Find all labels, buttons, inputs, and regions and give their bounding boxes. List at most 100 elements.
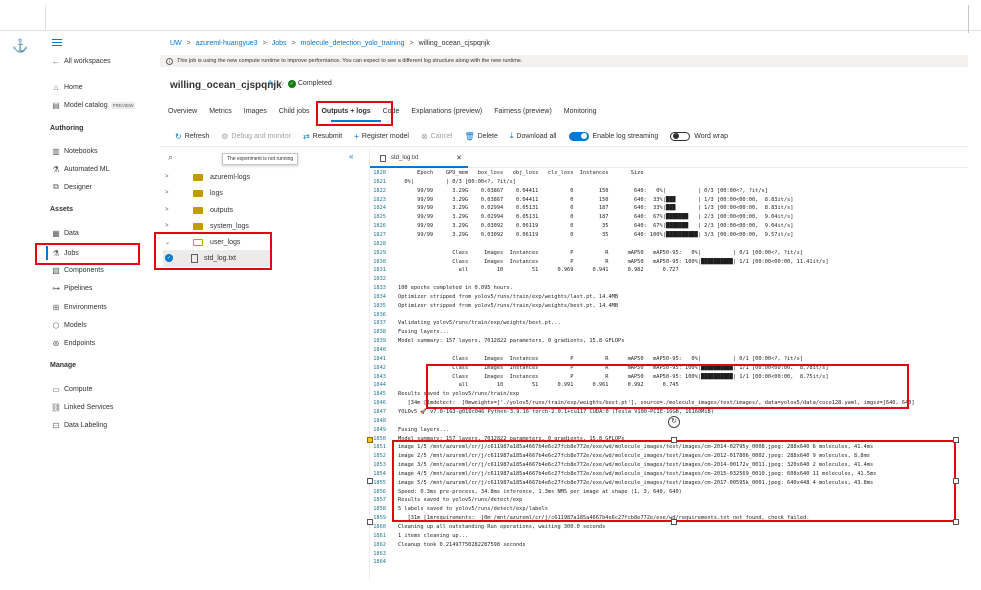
back-arrow-icon: ←	[52, 56, 60, 66]
breadcrumb-item[interactable]: UW	[170, 40, 182, 47]
line-number: 1846	[373, 400, 386, 407]
status-text: Completed	[297, 80, 332, 87]
log-line: 99/99 3.29G 0.03867 0.04411 0 150 640: 0…	[398, 187, 768, 194]
tab-monitoring[interactable]: Monitoring	[564, 108, 597, 115]
chevron-right-icon: >	[165, 190, 169, 196]
tree-folder-azureml-logs[interactable]: > azureml-logs	[165, 170, 250, 184]
nav-item-linked-services[interactable]: ⛓ Linked Services	[50, 400, 114, 414]
folder-icon	[193, 173, 203, 181]
cancel-button[interactable]: ⊗ Cancel	[421, 132, 453, 141]
breadcrumb-item[interactable]: azureml-huangyue3	[196, 40, 258, 47]
breadcrumb-separator: >	[262, 40, 267, 47]
selection-handle[interactable]	[367, 437, 373, 443]
log-line: Optimizer stripped from yolov5/runs/trai…	[398, 302, 619, 309]
selection-handle[interactable]	[367, 519, 373, 525]
nav-item-notebooks[interactable]: ▥ Notebooks	[50, 144, 97, 158]
close-tab-icon[interactable]: ✕	[456, 154, 462, 162]
log-line: Fusing layers...	[398, 329, 450, 336]
catalog-icon: ▤	[52, 100, 60, 110]
line-number: 1841	[373, 355, 386, 362]
log-streaming-toggle[interactable]: Enable log streaming	[568, 131, 658, 141]
corner-mark-left	[45, 5, 46, 31]
search-icon[interactable]: ⌕	[168, 152, 173, 163]
favorite-star-icon[interactable]: ☆	[278, 79, 285, 88]
nav-item-compute[interactable]: ▭ Compute	[50, 382, 92, 396]
log-line: 99/99 3.29G 0.02994 0.05131 0 187 640: 6…	[398, 214, 794, 221]
line-number: 1849	[373, 426, 386, 433]
log-line: 99/99 3.29G 0.02994 0.05131 0 187 640: 3…	[398, 205, 794, 212]
tree-folder-outputs[interactable]: > outputs	[165, 203, 233, 217]
log-line: Class Images Instances P R mAP50 mAP50-9…	[398, 249, 804, 256]
log-line: 99/99 3.29G 0.03092 0.06119 0 35 640: 67…	[398, 223, 794, 230]
debug-monitor-button[interactable]: ⚙ Debug and monitor	[221, 132, 291, 141]
selection-handle[interactable]	[671, 437, 677, 443]
log-line: 99/99 3.29G 0.03092 0.06119 0 35 640: 10…	[398, 231, 794, 238]
nav-item-home[interactable]: ⌂ Home	[50, 80, 83, 94]
selection-handle[interactable]	[953, 437, 959, 443]
nav-item-endpoints[interactable]: ⊛ Endpoints	[50, 336, 96, 350]
line-number: 1832	[373, 276, 386, 283]
tree-folder-logs[interactable]: > logs	[165, 186, 223, 200]
nav-item-components[interactable]: ▧ Components	[50, 263, 103, 277]
toolbar: ↻ Refresh ⚙ Debug and monitor ⇄ Resubmit + R…	[175, 131, 740, 141]
refresh-icon: ↻	[175, 131, 182, 141]
corner-mark-right	[968, 5, 969, 33]
resubmit-button[interactable]: ⇄ Resubmit	[303, 132, 342, 141]
section-manage: Manage	[50, 362, 77, 369]
word-wrap-toggle[interactable]: Word wrap	[670, 131, 728, 141]
line-number: 1822	[373, 187, 386, 194]
selection-handle[interactable]	[953, 478, 959, 484]
all-workspaces-link[interactable]: ← All workspaces	[50, 54, 111, 68]
edit-pencil-icon[interactable]: ✎	[268, 79, 275, 88]
rotate-handle-icon[interactable]: ↻	[668, 416, 680, 428]
nav-item-automated-ml[interactable]: ⚗ Automated ML	[50, 162, 109, 176]
tab-fairness[interactable]: Fairness (preview)	[494, 108, 552, 115]
line-number: 1830	[373, 258, 386, 265]
tree-folder-system-logs[interactable]: > system_logs	[165, 219, 249, 233]
breadcrumb-item[interactable]: molecule_detection_yolo_training	[301, 40, 405, 47]
nav-item-data[interactable]: ▦ Data	[50, 226, 79, 240]
breadcrumb-current: willing_ocean_cjspqnjk	[418, 40, 490, 47]
breadcrumb-item[interactable]: Jobs	[272, 40, 287, 47]
hamburger-menu-icon[interactable]	[52, 39, 62, 48]
refresh-button[interactable]: ↻ Refresh	[175, 132, 209, 141]
home-icon: ⌂	[53, 82, 59, 92]
editor-tab-std-log[interactable]: std_log.txt ✕	[370, 150, 468, 168]
line-number: 1862	[373, 541, 386, 548]
preview-badge: PREVIEW	[110, 101, 136, 109]
selection-handle[interactable]	[367, 478, 373, 484]
selection-handle[interactable]	[671, 519, 677, 525]
delete-button[interactable]: 🗑 Delete	[464, 132, 497, 141]
selection-handle[interactable]	[953, 519, 959, 525]
breadcrumb-separator: >	[409, 40, 414, 47]
tab-child-jobs[interactable]: Child jobs	[279, 108, 310, 115]
line-number: 1861	[373, 532, 386, 539]
register-model-button[interactable]: + Register model	[354, 132, 409, 141]
nav-item-designer[interactable]: ⧉ Designer	[50, 180, 92, 194]
log-line: Epoch GPU_mem box_loss obj_loss cls_loss…	[398, 170, 644, 176]
tab-explanations[interactable]: Explanations (preview)	[411, 108, 482, 115]
download-all-button[interactable]: ⤓ Download all	[510, 131, 557, 141]
nav-item-environments[interactable]: ⊞ Environments	[50, 300, 107, 314]
annotation-box-detect	[392, 440, 956, 522]
tab-images[interactable]: Images	[244, 108, 267, 115]
nav-item-model-catalog[interactable]: ▤ Model catalog PREVIEW	[50, 98, 136, 112]
nav-item-pipelines[interactable]: ⊶ Pipelines	[50, 281, 92, 295]
breadcrumb: UW > azureml-huangyue3 > Jobs > molecule_de…	[170, 40, 490, 47]
log-line: Fusing layers...	[398, 426, 450, 433]
endpoints-icon: ⊛	[52, 338, 60, 348]
section-assets: Assets	[50, 206, 73, 213]
log-line: Cleaning up all outstanding Run operatio…	[398, 524, 606, 530]
components-icon: ▧	[52, 265, 60, 275]
designer-icon: ⧉	[53, 182, 59, 191]
log-line: Class Images Instances P R mAP50 mAP50-9…	[398, 258, 829, 265]
tab-overview[interactable]: Overview	[168, 108, 197, 115]
info-banner-text: This job is using the new compute runtim…	[177, 58, 523, 64]
line-number: 1857	[373, 497, 386, 504]
collapse-panel-icon[interactable]: «	[349, 152, 353, 161]
nav-item-data-labeling[interactable]: ⊡ Data Labeling	[50, 418, 108, 432]
line-number: 1848	[373, 417, 386, 424]
tab-metrics[interactable]: Metrics	[209, 108, 232, 115]
notebook-icon: ▥	[52, 146, 60, 156]
nav-item-models[interactable]: ⬡ Models	[50, 318, 87, 332]
